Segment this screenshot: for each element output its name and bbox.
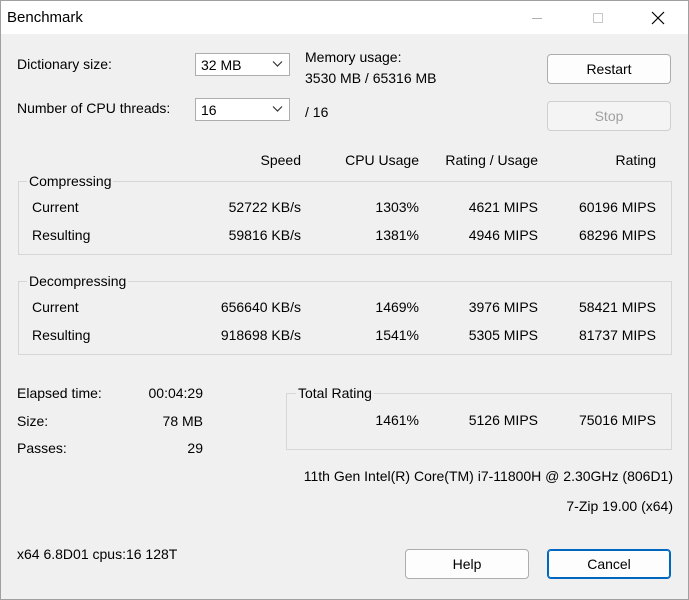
compress-current-rating: 60196 MIPS [578,199,656,215]
cpu-threads-select[interactable]: 16 [195,98,290,121]
window-title: Benchmark [7,9,83,26]
chevron-down-icon [272,61,283,67]
cancel-button[interactable]: Cancel [547,549,671,579]
compress-current-rating-usage: 4621 MIPS [468,199,538,215]
size-value: 78 MB [162,413,203,429]
memory-usage-value: 3530 MB / 65316 MB [305,70,437,86]
decompress-current-rating-usage: 3976 MIPS [468,299,538,315]
column-speed: Speed [260,152,301,168]
close-icon [651,11,665,24]
dictionary-size-select[interactable]: 32 MB [195,53,290,76]
minimize-icon [532,17,542,19]
restart-button[interactable]: Restart [547,54,671,84]
cpu-threads-label: Number of CPU threads: [17,100,171,116]
cpu-threads-value: 16 [201,102,217,118]
cancel-button-label: Cancel [587,556,631,572]
help-button[interactable]: Help [405,549,529,579]
column-rating: Rating [615,152,656,168]
compressing-label: Compressing [27,173,114,189]
stop-button[interactable]: Stop [547,101,671,131]
elapsed-time-label: Elapsed time: [17,385,102,401]
memory-usage-label: Memory usage: [305,49,402,65]
compress-resulting-rating: 68296 MIPS [578,227,656,243]
compress-current-cpu: 1303% [375,199,419,215]
decompress-resulting-rating-usage: 5305 MIPS [468,327,538,343]
decompress-current-speed: 656640 KB/s [220,299,301,315]
restart-button-label: Restart [586,61,632,77]
decompressing-group [18,281,672,355]
total-rating-value: 75016 MIPS [578,412,656,428]
maximize-icon [593,12,603,23]
compressing-group [18,181,672,255]
decompress-current-name: Current [32,299,79,315]
chevron-down-icon [272,106,283,112]
arch-info: x64 6.8D01 cpus:16 128T [17,546,178,562]
maximize-button[interactable] [575,1,621,34]
passes-label: Passes: [17,440,67,456]
size-label: Size: [17,413,49,429]
dictionary-size-label: Dictionary size: [17,56,112,72]
decompress-current-rating: 58421 MIPS [578,299,656,315]
compress-current-name: Current [32,199,79,215]
column-rating-usage: Rating / Usage [445,152,538,168]
elapsed-time-value: 00:04:29 [148,385,204,401]
close-button[interactable] [635,1,681,34]
version-info: 7-Zip 19.00 (x64) [566,498,673,514]
title-bar[interactable]: Benchmark [1,1,688,34]
help-button-label: Help [452,556,482,572]
minimize-button[interactable] [514,1,560,34]
compress-resulting-cpu: 1381% [375,227,419,243]
compress-resulting-name: Resulting [32,227,91,243]
total-rating-usage: 5126 MIPS [468,412,538,428]
passes-value: 29 [187,440,203,456]
decompress-resulting-name: Resulting [32,327,91,343]
decompressing-label: Decompressing [27,273,129,289]
total-cpu: 1461% [375,412,419,428]
cpu-threads-max: / 16 [305,104,329,120]
decompress-resulting-cpu: 1541% [375,327,419,343]
decompress-current-cpu: 1469% [375,299,419,315]
compress-current-speed: 52722 KB/s [228,199,301,215]
compress-resulting-speed: 59816 KB/s [228,227,301,243]
compress-resulting-rating-usage: 4946 MIPS [468,227,538,243]
benchmark-window: Benchmark Dictionary size: 32 MB Number … [0,0,689,600]
column-cpu-usage: CPU Usage [345,152,419,168]
cpu-name: 11th Gen Intel(R) Core(TM) i7-11800H @ 2… [303,468,673,484]
stop-button-label: Stop [594,108,624,124]
dictionary-size-value: 32 MB [201,57,242,73]
decompress-resulting-rating: 81737 MIPS [578,327,656,343]
total-rating-label: Total Rating [296,385,374,401]
decompress-resulting-speed: 918698 KB/s [220,327,301,343]
